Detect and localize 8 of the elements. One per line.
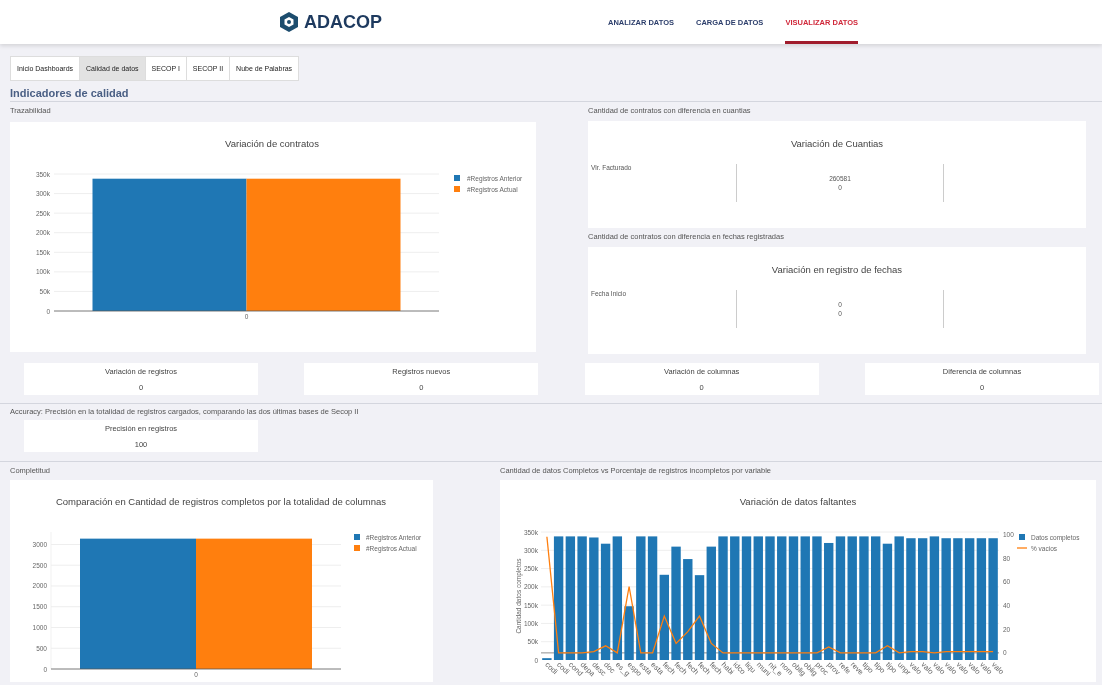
chart-title: Variación en registro de fechas (770, 263, 904, 275)
hexagon-logo-icon (279, 11, 299, 33)
chart-title: Variación de Cuantias (789, 137, 885, 149)
chart-title: Variación de contratos (225, 138, 319, 149)
chart-title: Comparación en Cantidad de registros completos por la totalidad de columnas (56, 496, 386, 507)
logo-text: ADACOP (304, 11, 382, 33)
chart-title: Variación de datos faltantes (739, 496, 857, 507)
section-title: Indicadores de calidad (10, 87, 1102, 102)
